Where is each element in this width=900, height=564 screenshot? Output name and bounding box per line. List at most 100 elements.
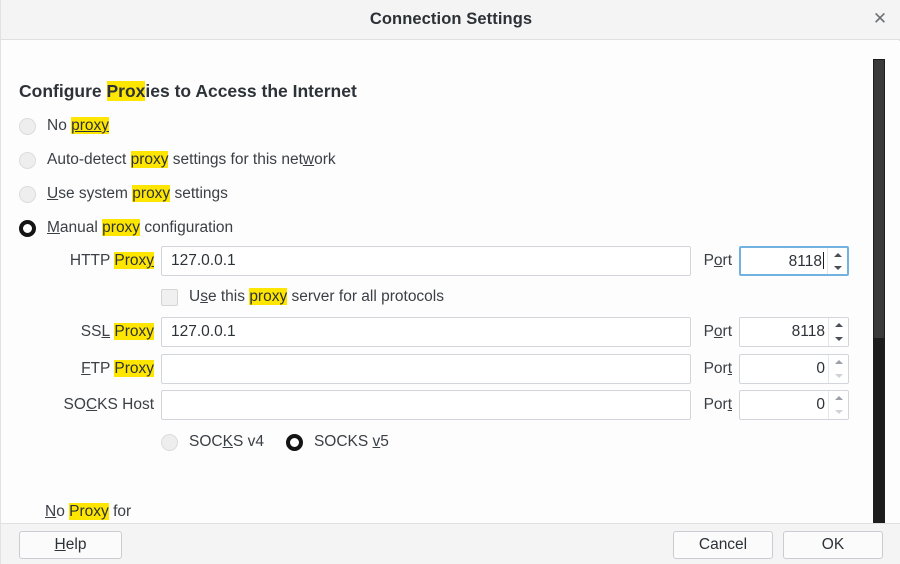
no-proxy-label: No Proxy for bbox=[45, 503, 131, 521]
label-pre: se system bbox=[58, 185, 133, 202]
radio-socks-v5[interactable]: SOCKS v5 bbox=[285, 433, 389, 451]
label-pre: P bbox=[703, 323, 714, 340]
ssl-proxy-input[interactable]: 127.0.0.1 bbox=[161, 317, 691, 347]
use-for-all-protocols-label: Use this proxy server for all protocols bbox=[189, 288, 444, 306]
label-post: server for all protocols bbox=[287, 288, 444, 305]
use-for-all-protocols-checkbox[interactable]: Use this proxy server for all protocols bbox=[161, 286, 444, 308]
radio-auto-detect[interactable]: Auto-detect proxy settings for this netw… bbox=[19, 149, 336, 171]
radio-socks-v4[interactable]: SOCKS v4 bbox=[161, 433, 264, 451]
label-post: 5 bbox=[380, 433, 389, 450]
radio-indicator bbox=[19, 151, 36, 169]
label-pre: Por bbox=[703, 360, 728, 377]
ftp-proxy-row: FTP Proxy Port 0 bbox=[1, 354, 900, 384]
radio-manual-proxy[interactable]: Manual proxy configuration bbox=[19, 217, 233, 239]
label-post: rt bbox=[722, 252, 732, 269]
label-pre: HTTP bbox=[69, 252, 115, 269]
close-icon[interactable]: ✕ bbox=[865, 5, 895, 35]
label-post: for bbox=[108, 503, 132, 520]
label-pre: U bbox=[189, 288, 201, 305]
connection-settings-dialog: Connection Settings ✕ Configure Proxies … bbox=[0, 0, 900, 564]
spinner-down-icon[interactable] bbox=[828, 261, 847, 274]
label-post: settings bbox=[170, 185, 228, 202]
label-highlight: Prox bbox=[114, 252, 147, 269]
radio-label-socks-v5: SOCKS v5 bbox=[314, 433, 389, 451]
label-accelerator: o bbox=[713, 323, 723, 340]
label-pre: P bbox=[703, 252, 714, 269]
socks-host-label: SOCKS Host bbox=[1, 396, 161, 414]
spinner-up-icon[interactable] bbox=[829, 355, 848, 369]
ftp-port-label: Port bbox=[691, 360, 739, 378]
label-accelerator: t bbox=[727, 360, 732, 377]
ftp-proxy-input[interactable] bbox=[161, 354, 691, 384]
http-port-value: 8118 bbox=[741, 251, 827, 271]
socks-port-label: Port bbox=[691, 396, 739, 414]
ssl-port-label: Port bbox=[691, 323, 739, 341]
label-accelerator: L bbox=[101, 323, 111, 340]
http-proxy-input[interactable]: 127.0.0.1 bbox=[161, 246, 691, 276]
label-pre: Auto-detect bbox=[47, 151, 131, 168]
label-accelerator: U bbox=[47, 185, 59, 202]
spinner-buttons bbox=[828, 391, 848, 419]
label-post: rt bbox=[722, 323, 732, 340]
label-mid: settings for this net bbox=[168, 151, 303, 168]
ok-button[interactable]: OK bbox=[783, 531, 883, 559]
ftp-port-spinner[interactable]: 0 bbox=[739, 354, 849, 384]
label-accelerator: C bbox=[85, 396, 98, 413]
spinner-down-icon bbox=[829, 369, 848, 383]
page-title: Configure Proxies to Access the Internet bbox=[19, 81, 357, 102]
label-post: KS Host bbox=[97, 396, 154, 413]
radio-system-proxy[interactable]: Use system proxy settings bbox=[19, 183, 228, 205]
ssl-port-value: 8118 bbox=[791, 323, 825, 340]
radio-label-auto-detect: Auto-detect proxy settings for this netw… bbox=[47, 151, 336, 169]
label-accelerator: y bbox=[146, 252, 154, 269]
ssl-proxy-label: SSL Proxy bbox=[1, 323, 161, 341]
cancel-button[interactable]: Cancel bbox=[673, 531, 773, 559]
title-bar: Connection Settings ✕ bbox=[1, 0, 900, 40]
http-proxy-row: HTTP Proxy 127.0.0.1 Port 8118 bbox=[1, 246, 900, 276]
label-highlight: proxy bbox=[71, 117, 110, 134]
dialog-body: Configure Proxies to Access the Internet… bbox=[1, 41, 900, 564]
label-accelerator: H bbox=[54, 536, 66, 553]
radio-no-proxy[interactable]: No proxy bbox=[19, 115, 110, 137]
radio-label-system-proxy: Use system proxy settings bbox=[47, 185, 228, 203]
label-highlight: proxy bbox=[132, 185, 171, 202]
vertical-scrollbar[interactable] bbox=[872, 58, 886, 525]
spinner-up-icon[interactable] bbox=[828, 248, 847, 261]
label-accelerator: w bbox=[302, 151, 315, 168]
label-highlight: Proxy bbox=[69, 503, 109, 520]
socks-host-input[interactable] bbox=[161, 390, 691, 420]
http-port-spinner[interactable]: 8118 bbox=[739, 246, 849, 276]
label-accelerator: N bbox=[45, 503, 57, 520]
label-accelerator: M bbox=[47, 219, 60, 236]
spinner-buttons bbox=[828, 318, 848, 346]
socks-version-group: SOCKS v4 SOCKS v5 bbox=[161, 431, 411, 453]
label-pre: anual bbox=[59, 219, 103, 236]
spinner-down-icon[interactable] bbox=[829, 332, 848, 346]
label-pre: SO bbox=[63, 396, 86, 413]
help-button[interactable]: Help bbox=[19, 531, 122, 559]
socks-port-spinner[interactable]: 0 bbox=[739, 390, 849, 420]
checkbox-indicator bbox=[161, 288, 178, 306]
label-post: ork bbox=[314, 151, 336, 168]
radio-indicator-selected bbox=[285, 433, 303, 451]
ftp-port-value: 0 bbox=[816, 360, 825, 377]
spinner-up-icon[interactable] bbox=[829, 318, 848, 332]
scrollbar-thumb[interactable] bbox=[874, 60, 884, 338]
label-highlight: proxy bbox=[102, 219, 141, 236]
label-accelerator: K bbox=[222, 433, 233, 450]
label-highlight: Proxy bbox=[114, 323, 154, 340]
label-pre: No bbox=[47, 117, 72, 134]
label-highlight: Proxy bbox=[114, 360, 154, 377]
ssl-proxy-row: SSL Proxy 127.0.0.1 Port 8118 bbox=[1, 317, 900, 347]
text-caret bbox=[823, 251, 824, 269]
ssl-port-spinner[interactable]: 8118 bbox=[739, 317, 849, 347]
heading-text-highlight: Prox bbox=[106, 81, 146, 101]
heading-text-pre: Configure bbox=[19, 81, 107, 101]
radio-indicator bbox=[19, 185, 36, 203]
radio-label-no-proxy: No proxy bbox=[47, 117, 110, 135]
port-number: 8118 bbox=[788, 252, 822, 270]
spinner-up-icon[interactable] bbox=[829, 391, 848, 405]
radio-label-manual-proxy: Manual proxy configuration bbox=[47, 219, 233, 237]
label-accelerator: s bbox=[200, 288, 208, 305]
label-accelerator: t bbox=[727, 396, 732, 413]
